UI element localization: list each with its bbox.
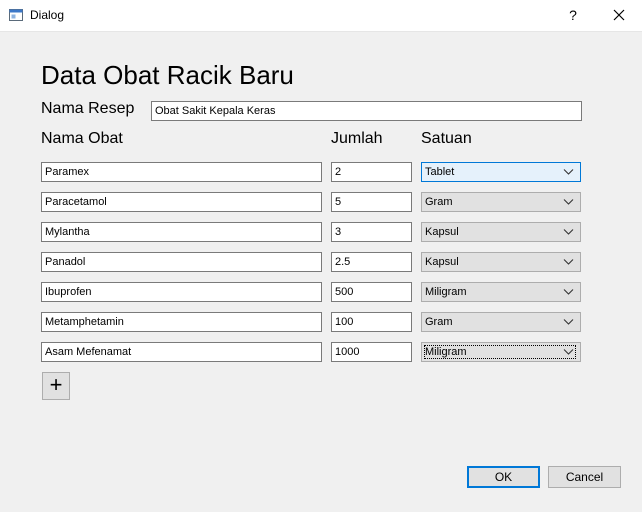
unit-select[interactable]: Kapsul xyxy=(421,252,581,272)
medicine-name-input[interactable]: Metamphetamin xyxy=(41,312,322,332)
add-row-button[interactable]: + xyxy=(42,372,70,400)
medicine-name-input[interactable]: Panadol xyxy=(41,252,322,272)
recipe-name-label: Nama Resep xyxy=(41,100,135,117)
title-bar: Dialog ? xyxy=(0,0,642,32)
unit-select-value: Miligram xyxy=(424,345,576,359)
unit-select-value: Miligram xyxy=(425,286,467,298)
unit-select-value: Kapsul xyxy=(425,256,459,268)
chevron-down-icon xyxy=(563,169,574,175)
window-title: Dialog xyxy=(30,8,65,22)
unit-select-value: Tablet xyxy=(425,166,455,178)
medicine-name-input[interactable]: Paracetamol xyxy=(41,192,322,212)
ok-button[interactable]: OK xyxy=(467,466,540,488)
medicine-name-input[interactable]: Paramex xyxy=(41,162,322,182)
medicine-name-input[interactable]: Asam Mefenamat xyxy=(41,342,322,362)
amount-input[interactable]: 5 xyxy=(331,192,412,212)
amount-input[interactable]: 500 xyxy=(331,282,412,302)
medicine-name-header: Nama Obat xyxy=(41,130,123,147)
medicine-name-input[interactable]: Ibuprofen xyxy=(41,282,322,302)
chevron-down-icon xyxy=(563,289,574,295)
close-button[interactable] xyxy=(602,0,636,31)
unit-header: Satuan xyxy=(421,130,472,147)
unit-select-value: Kapsul xyxy=(425,226,459,238)
window-icon xyxy=(9,9,23,21)
unit-select-value: Gram xyxy=(425,196,453,208)
unit-select[interactable]: Miligram xyxy=(421,342,581,362)
unit-select[interactable]: Gram xyxy=(421,192,581,212)
unit-select[interactable]: Kapsul xyxy=(421,222,581,242)
cancel-button[interactable]: Cancel xyxy=(548,466,621,488)
unit-select-value: Gram xyxy=(425,316,453,328)
amount-input[interactable]: 2 xyxy=(331,162,412,182)
medicine-name-input[interactable]: Mylantha xyxy=(41,222,322,242)
recipe-name-input[interactable]: Obat Sakit Kepala Keras xyxy=(151,101,582,121)
amount-input[interactable]: 1000 xyxy=(331,342,412,362)
amount-input[interactable]: 2.5 xyxy=(331,252,412,272)
chevron-down-icon xyxy=(563,229,574,235)
chevron-down-icon xyxy=(563,319,574,325)
chevron-down-icon xyxy=(563,349,574,355)
plus-icon: + xyxy=(49,372,63,397)
amount-input[interactable]: 3 xyxy=(331,222,412,242)
amount-input[interactable]: 100 xyxy=(331,312,412,332)
unit-select[interactable]: Miligram xyxy=(421,282,581,302)
amount-header: Jumlah xyxy=(331,130,383,147)
chevron-down-icon xyxy=(563,199,574,205)
page-title: Data Obat Racik Baru xyxy=(41,60,294,90)
help-button[interactable]: ? xyxy=(556,0,590,31)
close-icon xyxy=(613,9,625,21)
chevron-down-icon xyxy=(563,259,574,265)
unit-select[interactable]: Gram xyxy=(421,312,581,332)
unit-select[interactable]: Tablet xyxy=(421,162,581,182)
